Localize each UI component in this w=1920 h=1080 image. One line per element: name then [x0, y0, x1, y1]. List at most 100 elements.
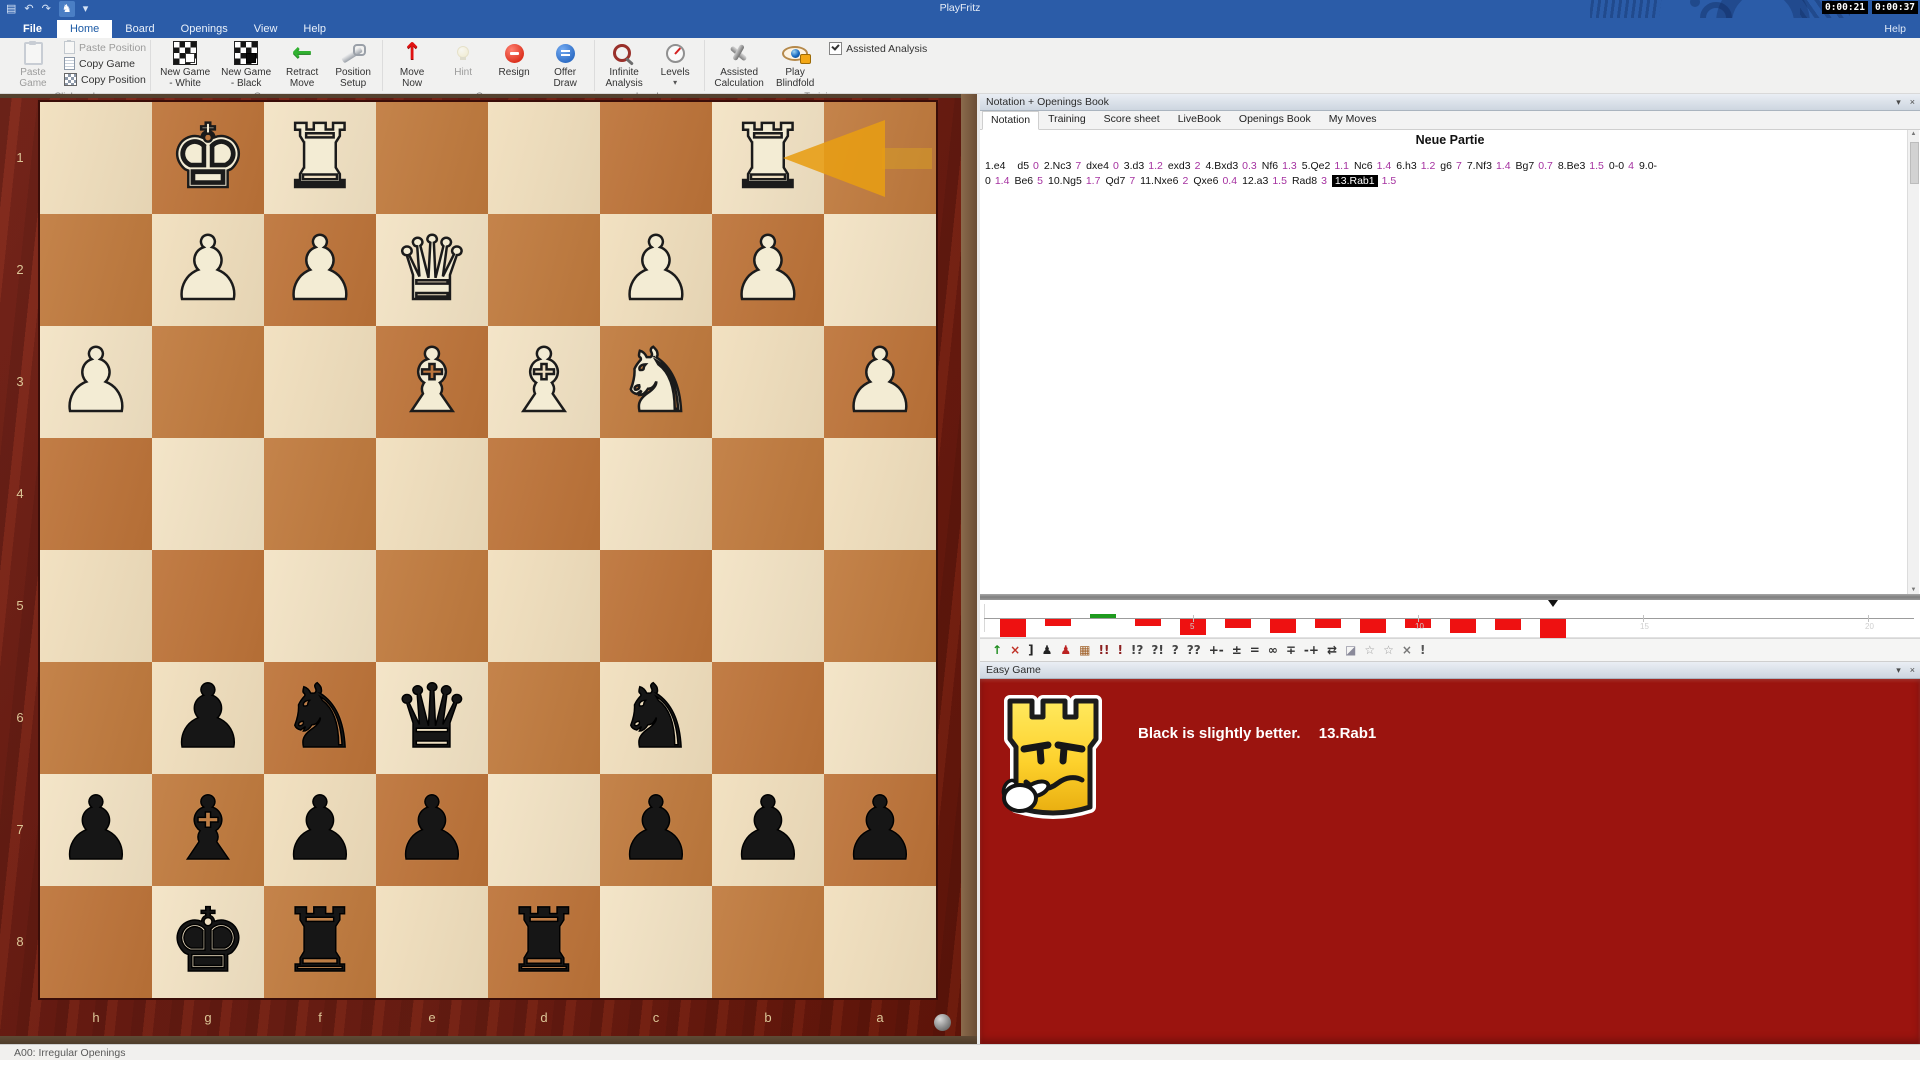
knight-piece-icon[interactable]: ♞ — [59, 1, 75, 17]
square-d5[interactable] — [488, 550, 600, 662]
piece-black-pawn-b7[interactable]: ♟ — [712, 774, 824, 886]
square-e3[interactable]: ♝ — [376, 326, 488, 438]
move-token[interactable]: 3.d3 — [1124, 160, 1144, 172]
piece-white-rook-b1[interactable]: ♜ — [712, 102, 824, 214]
move-token[interactable]: dxe4 — [1086, 160, 1109, 172]
assisted-analysis-checkbox[interactable] — [829, 42, 842, 55]
redo-icon[interactable]: ↷ — [42, 1, 51, 17]
pane-collapse-button[interactable]: ▾ — [1896, 664, 1901, 676]
piece-black-pawn-c7[interactable]: ♟ — [600, 774, 712, 886]
notation-tab-my-moves[interactable]: My Moves — [1320, 110, 1386, 129]
piece-black-knight-f6[interactable]: ♞ — [264, 662, 376, 774]
piece-black-knight-c6[interactable]: ♞ — [600, 662, 712, 774]
square-e8[interactable] — [376, 886, 488, 998]
annotation-promote-variation-button[interactable]: ↑ — [992, 640, 1002, 660]
square-e7[interactable]: ♟ — [376, 774, 488, 886]
square-b4[interactable] — [712, 438, 824, 550]
square-f5[interactable] — [264, 550, 376, 662]
notation-pane-header[interactable]: Notation + Openings Book ▾ × — [980, 94, 1920, 111]
notation-tab-livebook[interactable]: LiveBook — [1169, 110, 1230, 129]
copy-position-button[interactable]: Copy Position — [64, 73, 146, 86]
annotation-important-button[interactable]: ! — [1420, 640, 1425, 660]
notation-tab-openings-book[interactable]: Openings Book — [1230, 110, 1320, 129]
annotation-dubious-move-button[interactable]: ?! — [1151, 640, 1163, 660]
square-b3[interactable] — [712, 326, 824, 438]
play-blindfold-button[interactable]: Play Blindfold — [770, 39, 820, 91]
move-token[interactable]: Bg7 — [1516, 160, 1535, 172]
square-d1[interactable] — [488, 102, 600, 214]
square-g2[interactable]: ♟ — [152, 214, 264, 326]
piece-black-pawn-h7[interactable]: ♟ — [40, 774, 152, 886]
pane-close-button[interactable]: × — [1910, 664, 1915, 676]
save-icon[interactable]: ▤ — [6, 1, 16, 17]
move-token[interactable]: 0-0 — [1609, 160, 1624, 172]
notation-tab-training[interactable]: Training — [1039, 110, 1095, 129]
piece-white-pawn-c2[interactable]: ♟ — [600, 214, 712, 326]
move-token[interactable]: 1.e4 — [985, 160, 1005, 172]
annotation-mistake-button[interactable]: ? — [1172, 640, 1179, 660]
notation-tab-score-sheet[interactable]: Score sheet — [1095, 110, 1169, 129]
square-a2[interactable] — [824, 214, 936, 326]
annotation-black-move-marker-button[interactable]: ♟ — [1042, 640, 1053, 660]
move-token[interactable]: d5 — [1017, 160, 1029, 172]
tab-openings[interactable]: Openings — [168, 20, 241, 38]
tab-help[interactable]: Help — [290, 20, 339, 38]
annotation-delete-annotations-button[interactable]: × — [1402, 640, 1412, 660]
undo-icon[interactable]: ↶ — [24, 1, 33, 17]
scroll-up-icon[interactable]: ▲ — [1909, 131, 1918, 137]
square-a3[interactable]: ♟ — [824, 326, 936, 438]
square-h4[interactable] — [40, 438, 152, 550]
easy-game-pane-header[interactable]: Easy Game ▾ × — [980, 662, 1920, 679]
customize-icon[interactable]: ▾ — [83, 1, 89, 17]
square-d3[interactable]: ♝ — [488, 326, 600, 438]
piece-black-pawn-g6[interactable]: ♟ — [152, 662, 264, 774]
annotation-star-new-button[interactable]: ☆ — [1383, 640, 1394, 660]
square-b1[interactable]: ♜ — [712, 102, 824, 214]
piece-black-pawn-f7[interactable]: ♟ — [264, 774, 376, 886]
scroll-down-icon[interactable]: ▼ — [1909, 587, 1918, 593]
square-f7[interactable]: ♟ — [264, 774, 376, 886]
annotation-eraser-button[interactable]: ◪ — [1345, 640, 1356, 660]
annotation-colored-board-button[interactable]: ▦ — [1079, 640, 1090, 660]
square-g7[interactable]: ♝ — [152, 774, 264, 886]
move-token[interactable]: 5.Qe2 — [1302, 160, 1331, 172]
annotation-good-move-button[interactable]: ! — [1117, 640, 1122, 660]
evaluation-chart[interactable]: 5101520 — [980, 600, 1920, 638]
square-g6[interactable]: ♟ — [152, 662, 264, 774]
move-token[interactable]: 2.Nc3 — [1044, 160, 1071, 172]
piece-black-pawn-e7[interactable]: ♟ — [376, 774, 488, 886]
move-token[interactable]: Nc6 — [1354, 160, 1373, 172]
notation-tab-notation[interactable]: Notation — [982, 111, 1039, 130]
square-g8[interactable]: ♚ — [152, 886, 264, 998]
infinite-analysis-button[interactable]: Infinite Analysis — [599, 39, 649, 91]
square-f3[interactable] — [264, 326, 376, 438]
piece-white-king-g1[interactable]: ♚ — [152, 102, 264, 214]
annotation-equal-button[interactable]: = — [1250, 640, 1260, 660]
piece-white-queen-e2[interactable]: ♛ — [376, 214, 488, 326]
square-a8[interactable] — [824, 886, 936, 998]
hint-button[interactable]: Hint — [438, 39, 488, 80]
square-a6[interactable] — [824, 662, 936, 774]
square-a7[interactable]: ♟ — [824, 774, 936, 886]
piece-white-pawn-b2[interactable]: ♟ — [712, 214, 824, 326]
move-token[interactable]: 11.Nxe6 — [1140, 175, 1178, 187]
file-menu-button[interactable]: File — [8, 20, 57, 38]
pane-collapse-button[interactable]: ▾ — [1896, 96, 1901, 108]
move-now-button[interactable]: Move Now — [387, 39, 437, 91]
move-token[interactable]: Qd7 — [1105, 175, 1125, 187]
move-token[interactable]: g6 — [1440, 160, 1452, 172]
annotation-swap-colors-button[interactable]: ⇄ — [1327, 640, 1337, 660]
annotation-star-button[interactable]: ☆ — [1364, 640, 1375, 660]
square-c4[interactable] — [600, 438, 712, 550]
piece-black-king-g8[interactable]: ♚ — [152, 886, 264, 998]
square-a4[interactable] — [824, 438, 936, 550]
square-f6[interactable]: ♞ — [264, 662, 376, 774]
scrollbar-thumb[interactable] — [1910, 142, 1919, 184]
square-d8[interactable]: ♜ — [488, 886, 600, 998]
tab-home[interactable]: Home — [57, 20, 112, 38]
square-b5[interactable] — [712, 550, 824, 662]
tab-view[interactable]: View — [241, 20, 291, 38]
square-g4[interactable] — [152, 438, 264, 550]
copy-game-button[interactable]: Copy Game — [64, 57, 146, 70]
annotation-end-variation-button[interactable]: ] — [1028, 640, 1033, 660]
